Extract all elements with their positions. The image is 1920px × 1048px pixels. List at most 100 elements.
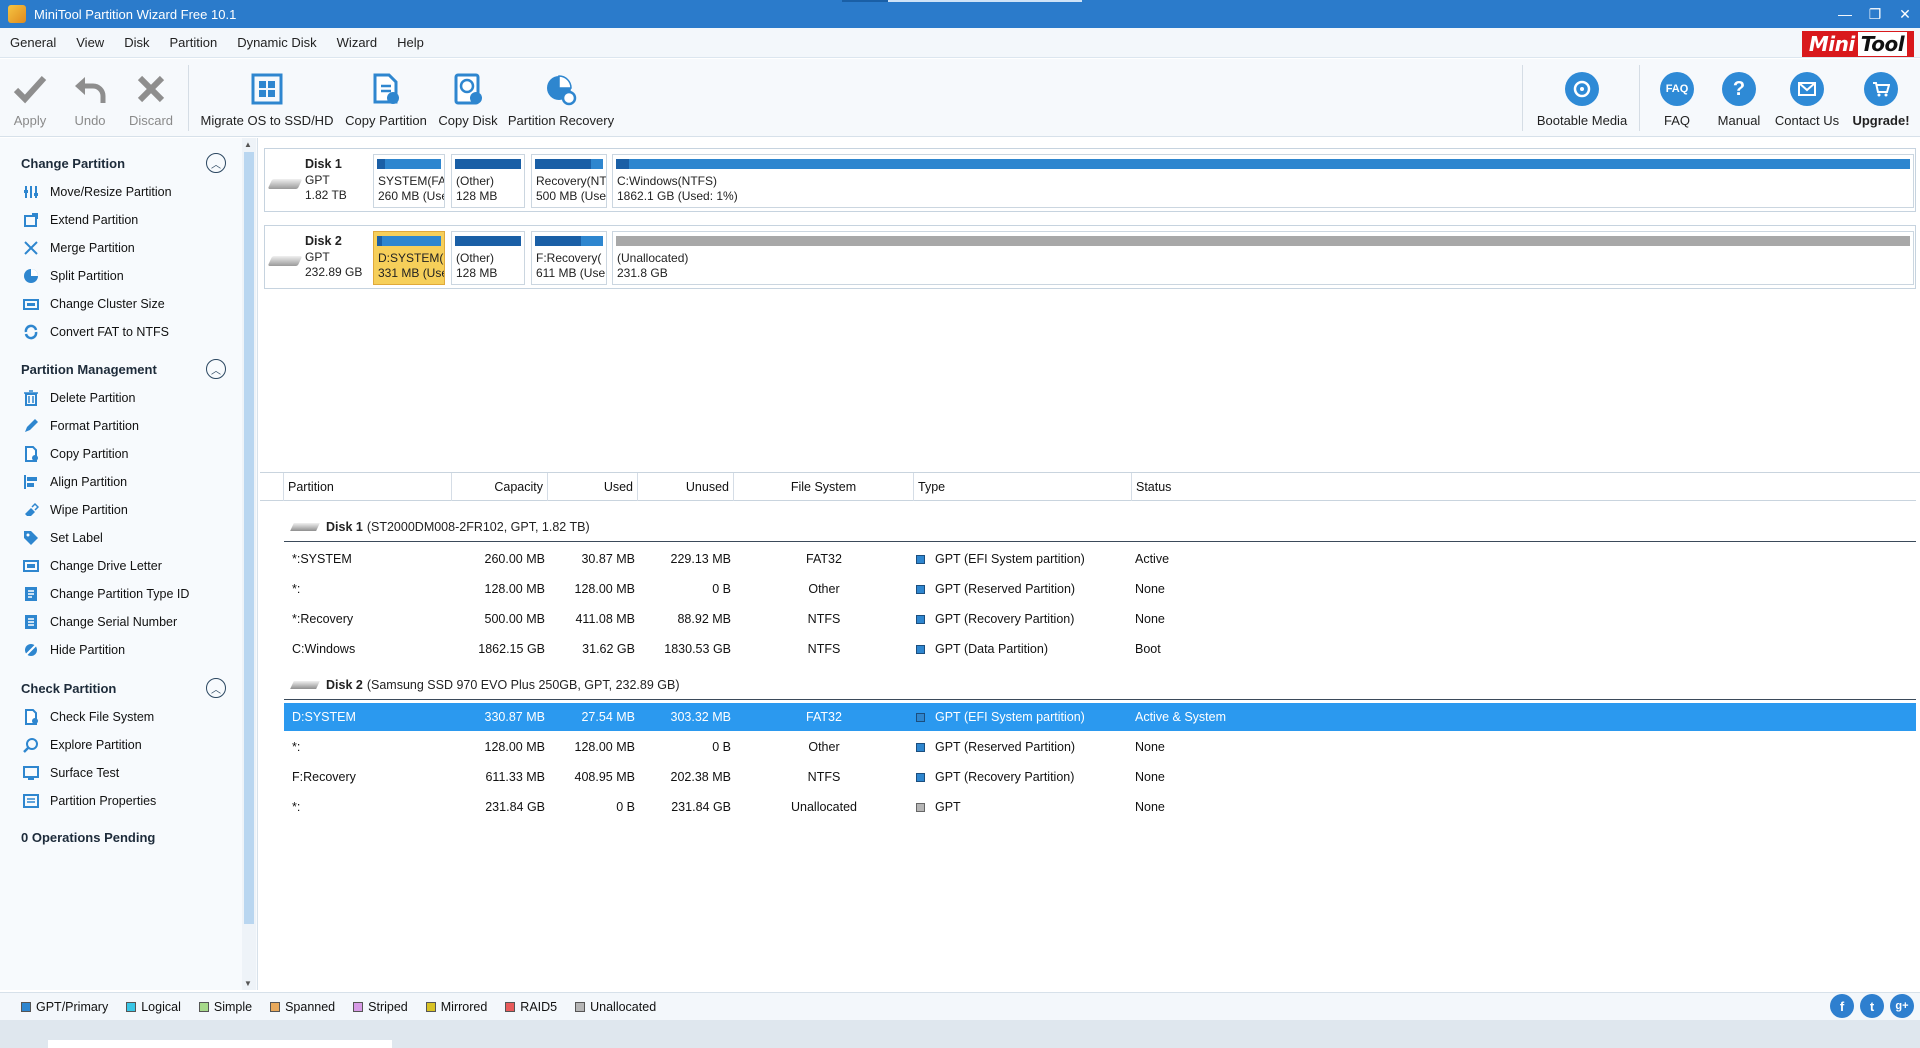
disk1-header[interactable]: Disk 1 GPT 1.82 TB xyxy=(265,149,371,211)
disk2-partition-block[interactable]: F:Recovery( 611 MB (Use xyxy=(531,231,607,285)
header-file-system[interactable]: File System xyxy=(734,473,914,501)
table-row[interactable]: C:Windows 1862.15 GB 31.62 GB 1830.53 GB… xyxy=(284,635,1916,663)
check-file-system-item[interactable]: Check File System xyxy=(22,707,154,727)
legend-swatch xyxy=(270,1001,281,1012)
contact-us-button[interactable]: Contact Us xyxy=(1774,59,1840,137)
migrate-os-button[interactable]: Migrate OS to SSD/HD xyxy=(200,59,334,137)
disk2-partition-block[interactable]: (Other) 128 MB xyxy=(451,231,525,285)
collapse-change-partition-icon[interactable]: ︿ xyxy=(206,153,226,173)
disk2-header[interactable]: Disk 2 GPT 232.89 GB xyxy=(265,226,371,288)
partition-block-label: C:Windows(NTFS) xyxy=(617,174,718,188)
legend-spanned: Spanned xyxy=(270,1000,335,1014)
discard-button[interactable]: Discard xyxy=(129,59,173,137)
menu-disk[interactable]: Disk xyxy=(114,28,159,58)
header-unused[interactable]: Unused xyxy=(638,473,734,501)
hide-partition-item[interactable]: Hide Partition xyxy=(22,640,125,660)
wipe-partition-item[interactable]: Wipe Partition xyxy=(22,500,128,520)
table-row[interactable]: *: 128.00 MB 128.00 MB 0 B Other GPT (Re… xyxy=(284,733,1916,761)
cell-type: GPT (EFI System partition) xyxy=(935,552,1085,566)
scrollbar-thumb[interactable] xyxy=(244,152,254,924)
restore-button[interactable]: ❐ xyxy=(1860,0,1890,28)
change-cluster-size-item[interactable]: Change Cluster Size xyxy=(22,294,165,314)
menu-help[interactable]: Help xyxy=(387,28,434,58)
minitool-logo[interactable]: Mini Tool xyxy=(1802,31,1914,57)
minimize-button[interactable]: — xyxy=(1830,0,1860,28)
checkmark-icon xyxy=(12,71,48,107)
apply-button[interactable]: Apply xyxy=(10,59,50,137)
scroll-down-icon[interactable]: ▼ xyxy=(244,979,252,988)
change-partition-type-id-item[interactable]: Change Partition Type ID xyxy=(22,584,189,604)
header-used[interactable]: Used xyxy=(548,473,638,501)
delete-partition-item[interactable]: Delete Partition xyxy=(22,388,135,408)
split-partition-item[interactable]: Split Partition xyxy=(22,266,124,286)
faq-icon: FAQ xyxy=(1659,71,1695,107)
faq-button[interactable]: FAQ FAQ xyxy=(1656,59,1698,137)
wipe-icon xyxy=(22,501,40,519)
change-serial-number-item[interactable]: Change Serial Number xyxy=(22,612,177,632)
left-panel-scrollbar[interactable]: ▲ ▼ xyxy=(242,138,256,990)
header-spacer xyxy=(260,473,284,501)
google-plus-icon[interactable]: g+ xyxy=(1890,994,1914,1018)
change-drive-letter-item[interactable]: Change Drive Letter xyxy=(22,556,162,576)
disk1-partition-block[interactable]: SYSTEM(FAT 260 MB (Use xyxy=(373,154,445,208)
move-resize-partition-item[interactable]: Move/Resize Partition xyxy=(22,182,172,202)
cell-file-system: NTFS xyxy=(807,770,841,784)
close-button[interactable]: ✕ xyxy=(1890,0,1920,28)
header-status[interactable]: Status xyxy=(1132,473,1916,501)
surface-test-item[interactable]: Surface Test xyxy=(22,763,119,783)
disk1-partition-block[interactable]: Recovery(NT 500 MB (Use xyxy=(531,154,607,208)
contact-us-label: Contact Us xyxy=(1774,113,1840,128)
partition-block-label: (Other) xyxy=(456,251,495,265)
partition-block-label: D:SYSTEM(F xyxy=(378,251,445,265)
format-partition-item[interactable]: Format Partition xyxy=(22,416,139,436)
header-type[interactable]: Type xyxy=(914,473,1132,501)
align-partition-item[interactable]: Align Partition xyxy=(22,472,127,492)
collapse-partition-management-icon[interactable]: ︿ xyxy=(206,359,226,379)
disk-map-row-disk2[interactable]: Disk 2 GPT 232.89 GB D:SYSTEM(F 331 MB (… xyxy=(264,225,1916,289)
copy-partition-item[interactable]: Copy Partition xyxy=(22,444,129,464)
cell-status: None xyxy=(1135,612,1165,626)
collapse-check-partition-icon[interactable]: ︿ xyxy=(206,678,226,698)
explore-partition-item[interactable]: Explore Partition xyxy=(22,735,142,755)
table-row[interactable]: *:Recovery 500.00 MB 411.08 MB 88.92 MB … xyxy=(284,605,1916,633)
menu-general[interactable]: General xyxy=(0,28,66,58)
copy-partition-button[interactable]: Copy Partition xyxy=(344,59,428,137)
disk2-group-header[interactable]: Disk 2 (Samsung SSD 970 EVO Plus 250GB, … xyxy=(284,673,680,697)
merge-partition-item[interactable]: Merge Partition xyxy=(22,238,135,258)
taskbar-item[interactable] xyxy=(48,1040,392,1048)
header-capacity[interactable]: Capacity xyxy=(452,473,548,501)
disk1-group-header[interactable]: Disk 1 (ST2000DM008-2FR102, GPT, 1.82 TB… xyxy=(284,515,590,539)
extend-partition-item[interactable]: Extend Partition xyxy=(22,210,138,230)
menu-partition[interactable]: Partition xyxy=(159,28,227,58)
disk1-partition-block[interactable]: (Other) 128 MB xyxy=(451,154,525,208)
undo-button[interactable]: Undo xyxy=(70,59,110,137)
table-row[interactable]: *: 231.84 GB 0 B 231.84 GB Unallocated G… xyxy=(284,793,1916,821)
bootable-media-button[interactable]: Bootable Media xyxy=(1534,59,1630,137)
usage-fill xyxy=(455,159,521,169)
header-partition[interactable]: Partition xyxy=(284,473,452,501)
usage-fill xyxy=(377,236,383,246)
scroll-up-icon[interactable]: ▲ xyxy=(244,140,252,149)
menu-dynamic-disk[interactable]: Dynamic Disk xyxy=(227,28,326,58)
upgrade-button[interactable]: Upgrade! xyxy=(1850,59,1912,137)
partition-properties-item[interactable]: Partition Properties xyxy=(22,791,156,811)
manual-button[interactable]: ? Manual xyxy=(1716,59,1762,137)
table-row[interactable]: *:SYSTEM 260.00 MB 30.87 MB 229.13 MB FA… xyxy=(284,545,1916,573)
convert-fat-ntfs-item[interactable]: Convert FAT to NTFS xyxy=(22,322,169,342)
partition-recovery-button[interactable]: Partition Recovery xyxy=(508,59,614,137)
twitter-icon[interactable]: t xyxy=(1860,994,1884,1018)
copy-disk-button[interactable]: Copy Disk xyxy=(436,59,500,137)
table-row-selected[interactable]: D:SYSTEM 330.87 MB 27.54 MB 303.32 MB FA… xyxy=(284,703,1916,731)
menu-view[interactable]: View xyxy=(66,28,114,58)
menu-wizard[interactable]: Wizard xyxy=(327,28,387,58)
toolbar-separator xyxy=(1639,65,1640,131)
legend-bar: GPT/Primary Logical Simple Spanned Strip… xyxy=(0,992,1920,1020)
disk2-partition-block-selected[interactable]: D:SYSTEM(F 331 MB (Use xyxy=(373,231,445,285)
facebook-icon[interactable]: f xyxy=(1830,994,1854,1018)
table-row[interactable]: *: 128.00 MB 128.00 MB 0 B Other GPT (Re… xyxy=(284,575,1916,603)
disk-map-row-disk1[interactable]: Disk 1 GPT 1.82 TB SYSTEM(FAT 260 MB (Us… xyxy=(264,148,1916,212)
disk2-unallocated-block[interactable]: (Unallocated) 231.8 GB xyxy=(612,231,1914,285)
set-label-item[interactable]: Set Label xyxy=(22,528,103,548)
table-row[interactable]: F:Recovery 611.33 MB 408.95 MB 202.38 MB… xyxy=(284,763,1916,791)
disk1-partition-block[interactable]: C:Windows(NTFS) 1862.1 GB (Used: 1%) xyxy=(612,154,1914,208)
